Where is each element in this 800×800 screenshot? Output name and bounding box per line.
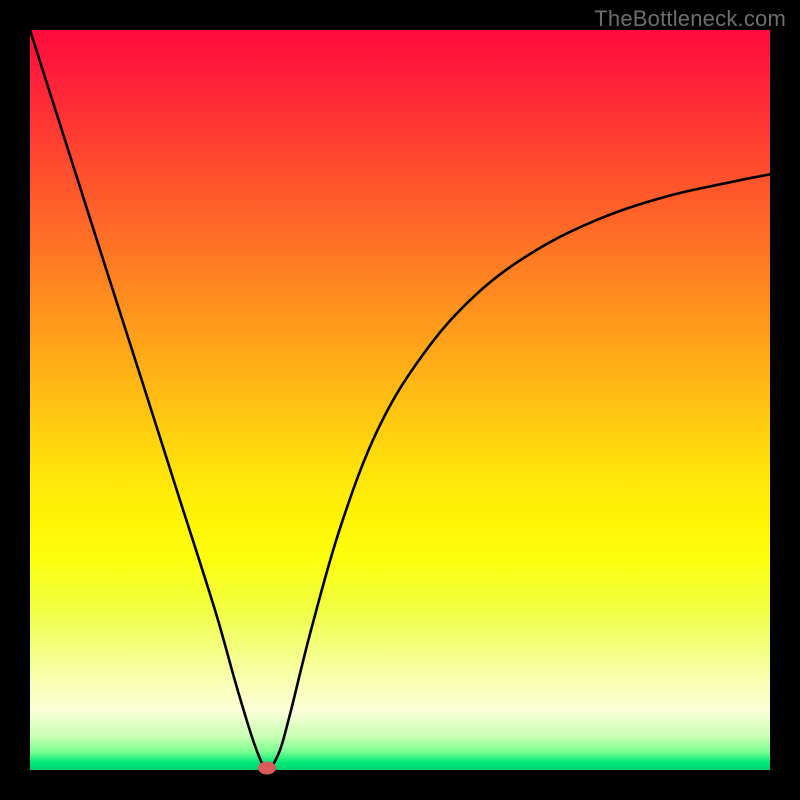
plot-area (30, 30, 770, 770)
chart-frame: TheBottleneck.com (0, 0, 800, 800)
optimal-point-marker (258, 761, 276, 774)
bottleneck-curve (30, 30, 770, 770)
watermark-text: TheBottleneck.com (594, 6, 786, 32)
